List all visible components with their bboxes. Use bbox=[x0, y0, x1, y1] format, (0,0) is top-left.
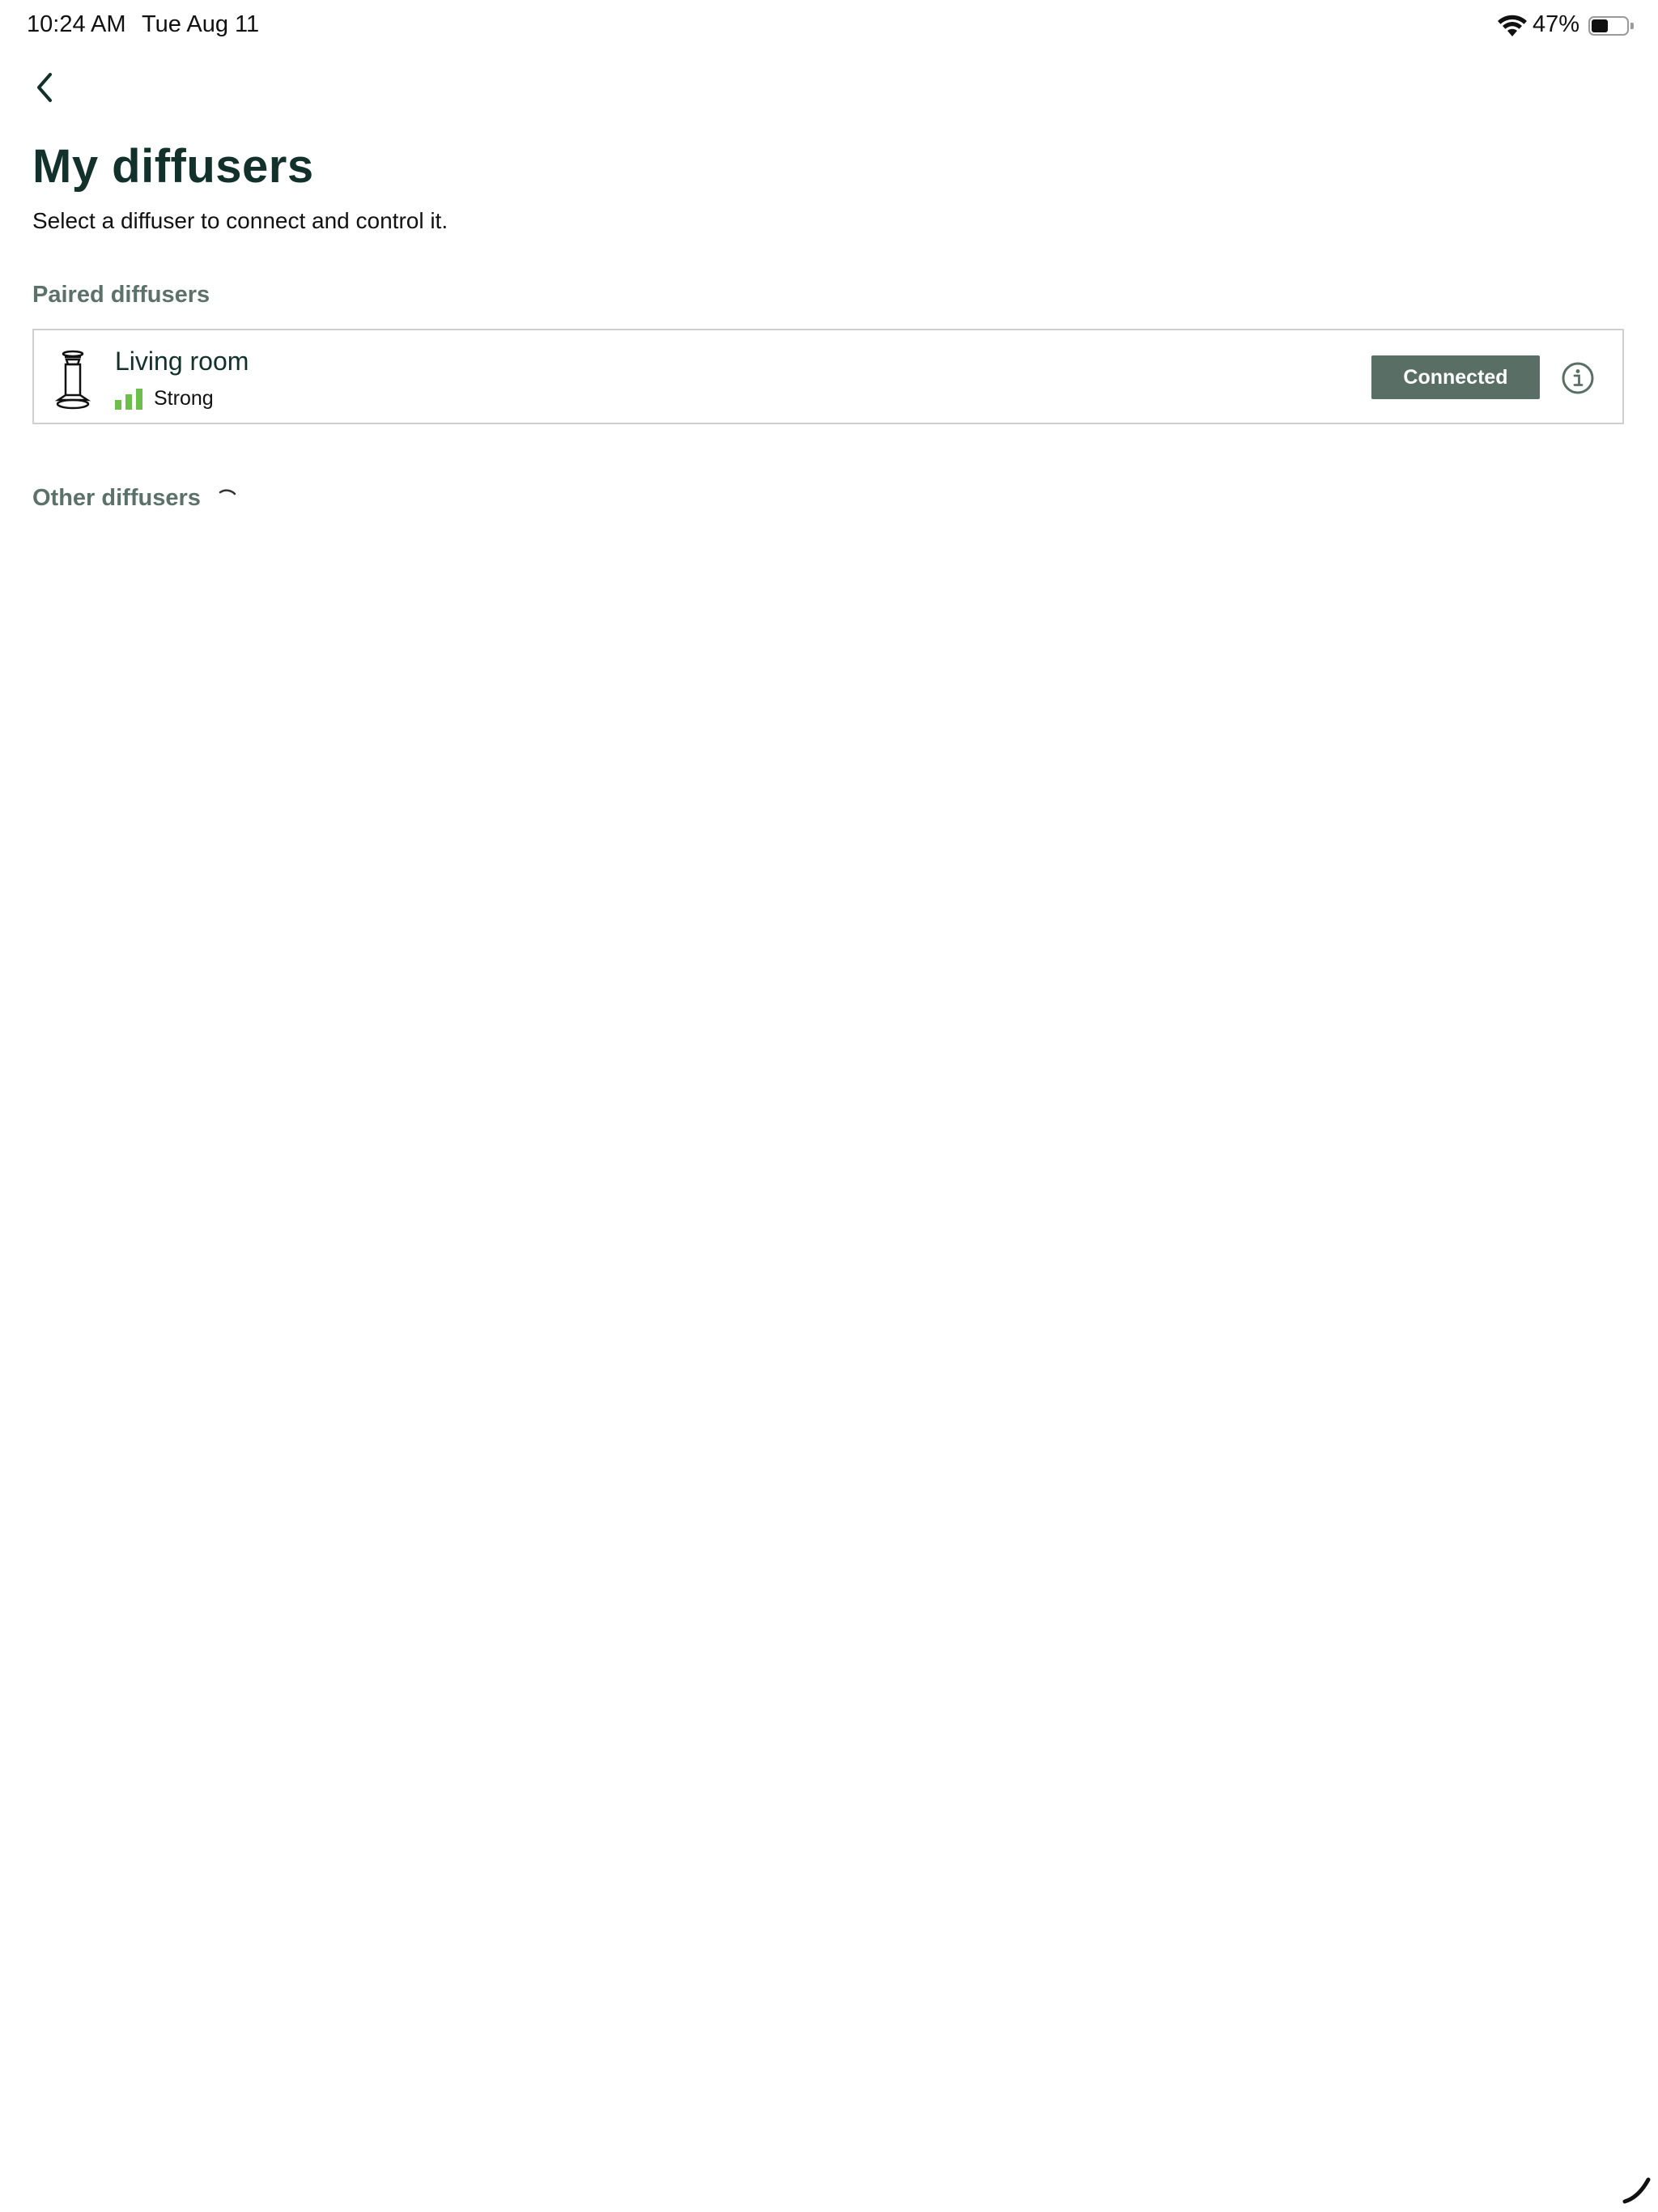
diffuser-icon bbox=[55, 350, 91, 410]
wifi-icon bbox=[1498, 15, 1527, 36]
connected-button[interactable]: Connected bbox=[1371, 355, 1540, 399]
page-subtitle: Select a diffuser to connect and control… bbox=[32, 208, 449, 233]
loading-spinner-icon bbox=[219, 489, 236, 496]
signal-strength-label: Strong bbox=[154, 387, 214, 410]
battery-percent: 47% bbox=[1533, 11, 1580, 37]
paired-diffusers-label: Paired diffusers bbox=[32, 282, 210, 308]
chevron-left-icon bbox=[37, 73, 52, 102]
battery-fill bbox=[1592, 19, 1608, 32]
back-button[interactable] bbox=[28, 70, 63, 105]
signal-strength-icon bbox=[115, 389, 142, 410]
other-diffusers-label: Other diffusers bbox=[32, 485, 201, 511]
status-time: 10:24 AM bbox=[27, 11, 126, 37]
page-title: My diffusers bbox=[32, 140, 314, 193]
device-name: Living room bbox=[115, 347, 249, 376]
info-icon[interactable] bbox=[1561, 361, 1595, 395]
my-diffusers-screen: 10:24 AM Tue Aug 11 47% My diffusers Sel… bbox=[0, 0, 1658, 2212]
battery-icon bbox=[1588, 16, 1634, 36]
home-indicator bbox=[1622, 2177, 1651, 2204]
status-bar: 10:24 AM Tue Aug 11 47% bbox=[0, 0, 1658, 52]
device-card-living-room[interactable]: Living room Strong Connected bbox=[32, 329, 1624, 424]
status-date: Tue Aug 11 bbox=[142, 11, 260, 37]
